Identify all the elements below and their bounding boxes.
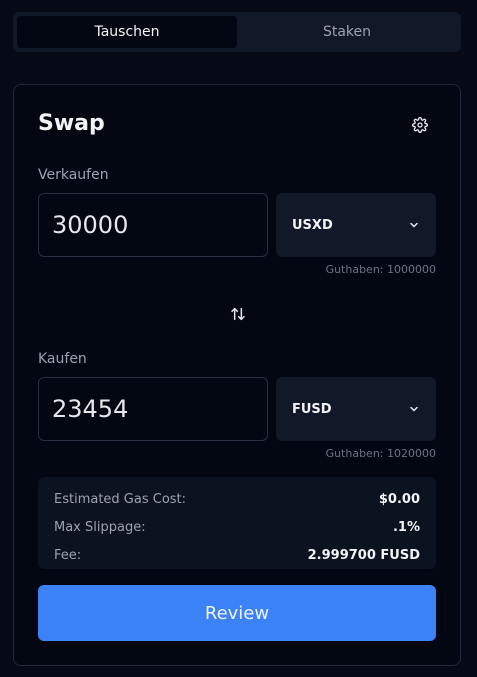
fee-label: Fee: [54,547,82,563]
buy-token-label: FUSD [292,401,332,417]
tab-bar: Tauschen Staken [13,12,461,52]
swap-direction-button[interactable] [226,303,250,325]
slippage-label: Max Slippage: [54,519,146,535]
sell-token-label: USXD [292,217,333,233]
tab-tauschen[interactable]: Tauschen [17,16,237,48]
tab-staken[interactable]: Staken [237,16,457,48]
swap-details-panel: Estimated Gas Cost: $0.00 Max Slippage: … [38,477,436,569]
sell-token-select[interactable]: USXD [276,193,436,257]
swap-arrows-icon [231,307,245,321]
fee-row: Fee: 2.999700 FUSD [54,541,420,569]
swap-title: Swap [38,111,105,136]
settings-button[interactable] [410,115,430,135]
fee-value: 2.999700 FUSD [307,547,420,563]
chevron-down-icon [410,222,418,228]
chevron-down-icon [410,406,418,412]
buy-amount-input[interactable]: 23454 [38,377,268,441]
sell-label: Verkaufen [38,167,109,183]
buy-balance: Guthaben: 1020000 [325,447,436,460]
buy-token-select[interactable]: FUSD [276,377,436,441]
gas-cost-row: Estimated Gas Cost: $0.00 [54,485,420,513]
gas-cost-value: $0.00 [378,491,420,507]
sell-balance: Guthaben: 1000000 [325,263,436,276]
review-button[interactable]: Review [38,585,436,641]
slippage-row: Max Slippage: .1% [54,513,420,541]
buy-label: Kaufen [38,351,87,367]
sell-amount-input[interactable]: 30000 [38,193,268,257]
gear-icon [412,117,428,133]
swap-card: Swap Verkaufen 30000 USXD Guthaben: 1000… [13,84,461,666]
gas-cost-label: Estimated Gas Cost: [54,491,187,507]
slippage-value: .1% [392,519,420,535]
